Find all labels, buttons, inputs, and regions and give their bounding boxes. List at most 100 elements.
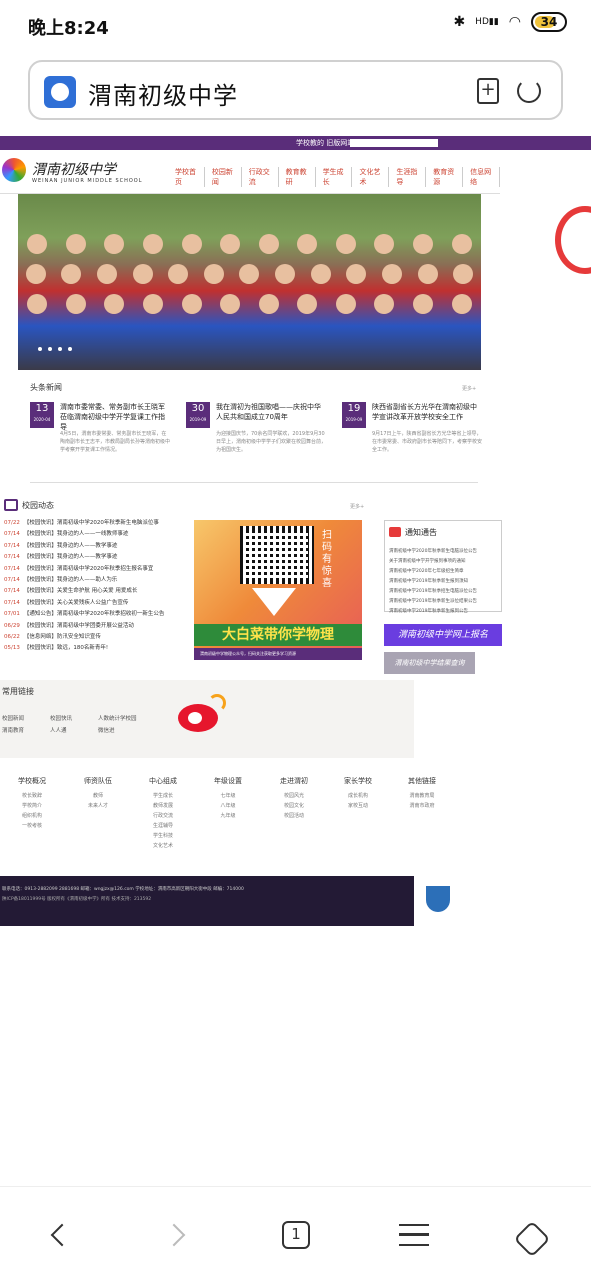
online-enroll-button[interactable]: 渭南初级中学网上报名 (384, 624, 502, 646)
site-header: 渭南初级中学 WEINAN JUNIOR MIDDLE SCHOOL 学校首页 … (0, 150, 501, 194)
list-item[interactable]: 渭南初级中学2019年秋季新生报到公告 (389, 607, 499, 617)
list-item[interactable]: 07/01 【通知公告】渭南初级中学2020年秋季招收初一新生公告 (4, 609, 184, 620)
notice-panel: 通知通告 渭南初级中学2020年秋季新生电脑派位公告 关于渭南初级中学开学报到事… (384, 520, 502, 614)
nav-item[interactable]: 生涯指导 (393, 167, 427, 187)
nav-item[interactable]: 行政交流 (246, 167, 279, 187)
menu-button[interactable] (390, 1211, 438, 1259)
weibo-icon[interactable] (178, 694, 228, 734)
home-icon (513, 1220, 551, 1258)
gov-badge-icon[interactable] (426, 886, 450, 912)
promo-slogan: 大白菜带你学物理 (194, 624, 362, 646)
footer-col: 师资队伍 教师 未来人才 (84, 777, 112, 809)
webpage-viewport: 学校教的 旧版网站 渭南初级中学 WEINAN JUNIOR MIDDLE SC… (0, 136, 591, 1186)
notice-title: 通知通告 (405, 528, 437, 537)
campus-news-list: 07/22 【校园快讯】渭南初级中学2020年秋季新生电脑派位事 07/14 【校园… (4, 518, 184, 655)
campus-news-icon (4, 499, 18, 511)
bluetooth-icon: ✱ (453, 14, 466, 30)
footer-col: 年级设置 七年级 八年级 九年级 (214, 777, 242, 819)
notice-list: 渭南初级中学2020年秋季新生电脑派位公告 关于渭南初级中学开学报到事项的通知 … (389, 547, 499, 617)
school-logo-icon[interactable] (2, 158, 26, 182)
school-logo-text[interactable]: 渭南初级中学 (32, 159, 116, 179)
link-item[interactable]: 人人通 (50, 726, 67, 734)
site-favicon-icon (44, 76, 76, 108)
hero-banner-photo[interactable] (18, 194, 481, 370)
result-query-button[interactable]: 渭南初级中学结果查询 (384, 652, 475, 674)
list-item[interactable]: 07/14 【校园快讯】渭南初级中学2020年秋季招生报名事宜 (4, 564, 184, 575)
nav-item[interactable]: 学生成长 (320, 167, 353, 187)
list-item[interactable]: 07/14 【校园快讯】我身边的人——教学事迹 (4, 541, 184, 552)
list-item[interactable]: 渭南初级中学2020年秋季新生电脑派位公告 (389, 547, 499, 557)
status-time: 晚上8:24 (28, 18, 109, 39)
link-item[interactable]: 人数统计学校园 (98, 714, 137, 722)
list-item[interactable]: 05/13 【校园快讯】致远，180名新青年! (4, 643, 184, 654)
headline-title[interactable]: 渭南市委常委、常务副市长王晓军莅临渭南初级中学开学复课工作指导 (60, 402, 170, 432)
reload-icon[interactable] (517, 79, 541, 103)
list-item[interactable]: 06/22 【信息网络】防汛安全知识宣传 (4, 632, 184, 643)
link-item[interactable]: 微信进 (98, 726, 115, 734)
back-button[interactable] (34, 1211, 82, 1259)
nav-item[interactable]: 教育资源 (430, 167, 464, 187)
nav-item[interactable]: 教育教研 (283, 167, 316, 187)
nav-item[interactable]: 文化艺术 (356, 167, 390, 187)
headline-item[interactable]: 13 2020-04 渭南市委常委、常务副市长王晓军莅临渭南初级中学开学复课工作指… (30, 402, 170, 472)
footer-bar: 联系电话：0913-2882099 2881698 邮箱：wngjzx@126.… (0, 876, 414, 926)
site-search-input[interactable] (350, 139, 438, 147)
headlines-more-link[interactable]: 更多+ (462, 385, 476, 392)
headline-title[interactable]: 我在渭初为祖国歌唱——庆祝中华人民共和国成立70周年 (216, 402, 326, 422)
footer-copyright: 陕ICP备18011999号 版权所有《渭南初级中学》所有 技术支持：21359… (2, 897, 152, 902)
browser-toolbar: 1 (0, 1186, 591, 1280)
campus-more-link[interactable]: 更多+ (350, 503, 364, 510)
date-badge: 13 2020-04 (30, 402, 54, 428)
qr-code-icon (240, 526, 314, 584)
nav-item[interactable]: 学校首页 (172, 167, 205, 187)
link-item[interactable]: 渭南教育 (2, 726, 24, 734)
footer-contact: 联系电话：0913-2882099 2881698 邮箱：wngjzx@126.… (2, 887, 244, 892)
headline-item[interactable]: 30 2019-09 我在渭初为祖国歌唱——庆祝中华人民共和国成立70周年 为迎接… (186, 402, 326, 472)
list-item[interactable]: 07/14 【校园快讯】我身边的人——助人为乐 (4, 575, 184, 586)
headline-summary: 4月5日，渭南市委常委、常务副市长王晓军，在陶南副市长王志平，市教局副局长孙等渭… (60, 431, 171, 453)
nav-item[interactable]: 信息网络 (467, 167, 501, 187)
campus-title: 校园动态 (22, 501, 54, 510)
notice-icon (389, 527, 401, 537)
link-item[interactable]: 校园快讯 (50, 714, 72, 722)
status-icons: ✱ HD▮▮ ◠ 34 (453, 12, 567, 32)
list-item[interactable]: 06/29 【校园快讯】渭南初级中学团委开展公益活动 (4, 621, 184, 632)
nav-item[interactable]: 校园新闻 (209, 167, 242, 187)
promo-caption: 渭南初级中学物理公众号，扫码关注获取更多学习资源 (194, 648, 362, 660)
footer-col: 学校概况 校长致辞 学校简介 组织机构 一校考核 (18, 777, 46, 829)
forward-button[interactable] (154, 1211, 202, 1259)
address-bar[interactable]: 渭南初级中学 + (28, 60, 563, 120)
headline-title[interactable]: 陕西省副省长方光华在渭南初级中学宣讲改革开放学校安全工作 (372, 402, 482, 422)
top-utility-bar: 学校教的 旧版网站 (0, 136, 591, 150)
promo-banner[interactable]: 扫码有惊喜 大白菜带你学物理 渭南初级中学物理公众号，扫码关注获取更多学习资源 (194, 520, 362, 660)
status-bar: 晚上8:24 ✱ HD▮▮ ◠ 34 (0, 0, 591, 50)
bookmark-add-icon[interactable]: + (477, 78, 499, 104)
promo-scan-text: 扫码有惊喜 (322, 530, 332, 589)
carousel-dots[interactable] (38, 347, 72, 351)
v-logo-icon (252, 588, 296, 616)
wifi-icon: ◠ (508, 14, 521, 30)
date-badge: 30 2019-09 (186, 402, 210, 428)
back-arrow-icon (50, 1223, 74, 1247)
list-item[interactable]: 07/22 【校园快讯】渭南初级中学2020年秋季新生电脑派位事 (4, 518, 184, 529)
list-item[interactable]: 07/14 【校园快讯】关心关爱残疾人公益广告宣传 (4, 598, 184, 609)
list-item[interactable]: 渭南初级中学2019年秋季新生报到须知 (389, 577, 499, 587)
list-item[interactable]: 渭南初级中学2019年秋季招生电脑派位公告 (389, 587, 499, 597)
list-item[interactable]: 07/14 【校园快讯】我身边的人——教学事迹 (4, 552, 184, 563)
list-item[interactable]: 渭南初级中学2020年七年级招生简章 (389, 567, 499, 577)
headline-item[interactable]: 19 2019-09 陕西省副省长方光华在渭南初级中学宣讲改革开放学校安全工作 9… (342, 402, 482, 472)
list-item[interactable]: 渭南初级中学2019年秋季新生派位结果公告 (389, 597, 499, 607)
floating-mascot-icon[interactable] (555, 206, 591, 274)
headline-summary: 9月17日上午，陕西省副省长方光华等省上领导，在市委常委、市政府副市长等陪同下，… (372, 431, 483, 453)
footer-nav: 学校概况 校长致辞 学校简介 组织机构 一校考核 师资队伍 教师 未来人才 中心… (0, 758, 436, 876)
link-item[interactable]: 校园新闻 (2, 714, 24, 722)
list-item[interactable]: 关于渭南初级中学开学报到事项的通知 (389, 557, 499, 567)
page-title[interactable]: 渭南初级中学 (88, 76, 238, 111)
home-button[interactable] (508, 1211, 556, 1259)
list-item[interactable]: 07/14 【校园快讯】我身边的人——一线教师事迹 (4, 529, 184, 540)
list-item[interactable]: 07/14 【校园快讯】关爱生命护航 用心关爱 用爱成长 (4, 586, 184, 597)
top-links[interactable]: 学校教的 旧版网站 (296, 138, 354, 148)
battery-icon: 34 (531, 12, 567, 32)
links-title: 常用链接 (2, 687, 34, 696)
tabs-button[interactable]: 1 (272, 1211, 320, 1259)
